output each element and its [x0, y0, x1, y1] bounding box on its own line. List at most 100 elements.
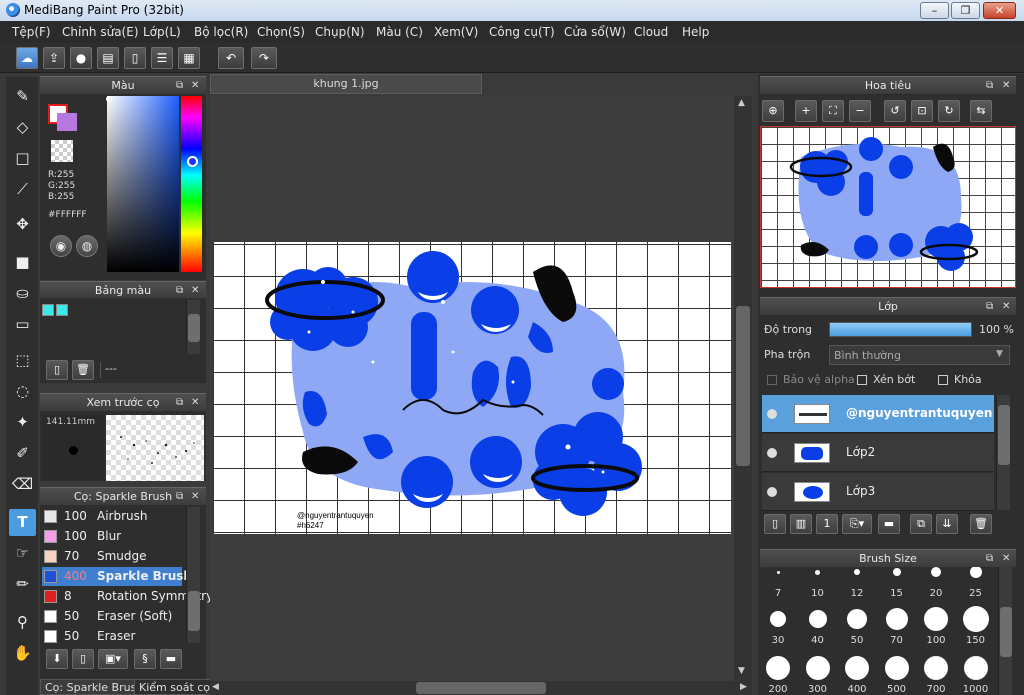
comment-icon[interactable]: ▤ — [97, 47, 119, 69]
menu-help[interactable]: Help — [682, 25, 709, 39]
menu-color[interactable]: Màu (C) — [376, 25, 423, 39]
palette-name[interactable]: --- — [100, 362, 200, 378]
select-eraser-tool-icon[interactable]: ⌫ — [9, 471, 36, 498]
popout-icon[interactable]: ⧉ — [986, 298, 993, 315]
popout-icon[interactable]: ⧉ — [986, 550, 993, 567]
brush-size-preset-40[interactable] — [808, 610, 827, 628]
flip-icon[interactable]: ⇆ — [970, 100, 992, 122]
brush-size-preset-200[interactable] — [766, 656, 790, 680]
protect-alpha-checkbox[interactable] — [767, 375, 777, 385]
fill-rect-tool-icon[interactable]: ■ — [9, 249, 36, 276]
fit-icon[interactable]: ⛶ — [822, 100, 844, 122]
tab-brush-list[interactable]: Cọ: Sparkle Brush — [40, 679, 149, 695]
menu-view[interactable]: Xem(V) — [434, 25, 478, 39]
export-icon[interactable]: ⇪ — [43, 47, 65, 69]
close-icon[interactable]: ✕ — [191, 282, 199, 299]
layer-menu-icon[interactable]: ⎘▾ — [842, 514, 872, 534]
brush-item-eraser-soft[interactable]: 50 Eraser (Soft) — [42, 607, 182, 626]
layer-row[interactable]: @nguyentrantuquyen — [762, 395, 994, 433]
page-icon[interactable]: ▯ — [124, 47, 146, 69]
scroll-thumb[interactable] — [416, 682, 546, 694]
popout-icon[interactable]: ⧉ — [986, 77, 993, 94]
delete-layer-icon[interactable]: 🗑 — [970, 514, 992, 534]
layer-row[interactable]: Lớp2 — [762, 434, 994, 472]
eye-icon[interactable] — [767, 448, 777, 458]
eraser-tool-icon[interactable]: ◇ — [9, 114, 36, 141]
clipping-checkbox[interactable] — [857, 375, 867, 385]
hand-tool-icon[interactable]: ✋ — [9, 640, 36, 667]
undo-icon[interactable]: ↶ — [218, 47, 244, 69]
navigator-thumbnail[interactable] — [760, 126, 1016, 288]
brush-item-eraser[interactable]: 50 Eraser — [42, 627, 182, 646]
zoom-out-icon[interactable]: − — [849, 100, 871, 122]
popout-icon[interactable]: ⧉ — [176, 77, 183, 94]
page-manager-icon[interactable]: ☰ — [151, 47, 173, 69]
brush-size-preset-7[interactable] — [776, 570, 780, 574]
close-icon[interactable]: ✕ — [191, 394, 199, 411]
popout-icon[interactable]: ⧉ — [176, 394, 183, 411]
menu-select[interactable]: Chọn(S) — [257, 25, 305, 39]
layer-folder-icon[interactable]: ▬ — [878, 514, 900, 534]
brush-size-preset-25[interactable] — [969, 567, 982, 578]
brush-size-preset-100[interactable] — [924, 607, 948, 631]
new-halftone-layer-icon[interactable]: ▥ — [790, 514, 812, 534]
scroll-right-icon[interactable]: ▶ — [740, 682, 747, 692]
color-add-icon[interactable]: ◍ — [76, 235, 98, 257]
brush-item-smudge[interactable]: 70 Smudge — [42, 547, 182, 566]
gradient-tool-icon[interactable]: ▭ — [9, 311, 36, 338]
dot-tool-icon[interactable]: ⟋ — [9, 176, 36, 203]
brush-size-preset-20[interactable] — [931, 567, 941, 577]
add-brush-icon[interactable]: ⬇ — [46, 649, 68, 669]
opacity-slider[interactable] — [829, 322, 972, 337]
brush-size-preset-30[interactable] — [770, 611, 786, 627]
new-1bit-layer-icon[interactable]: 1 — [816, 514, 838, 534]
speech-bubble-icon[interactable]: ● — [70, 47, 92, 69]
layer-row[interactable]: Lớp3 — [762, 473, 994, 511]
layers-scrollbar[interactable] — [996, 395, 1010, 510]
brush-list-scrollbar[interactable] — [186, 507, 200, 643]
blend-mode-select[interactable]: Bình thường ▼ — [829, 345, 1010, 365]
scroll-down-icon[interactable]: ▼ — [738, 666, 745, 676]
menu-window[interactable]: Cửa sổ(W) — [564, 25, 626, 39]
lasso-tool-icon[interactable]: ◌ — [9, 378, 36, 405]
brush-size-preset-400[interactable] — [845, 656, 869, 680]
brush-menu-icon[interactable]: ▣▾ — [98, 649, 128, 669]
transparent-color-swatch[interactable] — [51, 140, 73, 162]
brush-size-preset-500[interactable] — [884, 656, 909, 680]
brush-item-rotation-symmetry[interactable]: 8 Rotation Symmetry — [42, 587, 213, 606]
brush-size-preset-15[interactable] — [892, 568, 901, 576]
text-tool-icon[interactable]: T — [9, 509, 36, 536]
reset-view-icon[interactable]: ⊡ — [911, 100, 933, 122]
shape-tool-icon[interactable]: □ — [9, 145, 36, 172]
eyedropper-tool-icon[interactable]: ⚲ — [9, 609, 36, 636]
magic-wand-tool-icon[interactable]: ✦ — [9, 409, 36, 436]
scroll-thumb[interactable] — [1000, 607, 1012, 657]
scroll-thumb[interactable] — [736, 306, 750, 466]
select-pen-tool-icon[interactable]: ✐ — [9, 440, 36, 467]
eye-icon[interactable] — [767, 487, 777, 497]
scroll-thumb[interactable] — [188, 591, 200, 631]
rotate-right-icon[interactable]: ↻ — [938, 100, 960, 122]
menu-file[interactable]: Tệp(F) — [12, 25, 51, 39]
brush-size-preset-300[interactable] — [805, 656, 830, 680]
brush-size-preset-150[interactable] — [962, 606, 989, 632]
hue-slider[interactable] — [181, 96, 202, 272]
operation-tool-icon[interactable]: ☞ — [9, 540, 36, 567]
select-rect-tool-icon[interactable]: ⬚ — [9, 347, 36, 374]
menu-tools[interactable]: Công cụ(T) — [489, 25, 555, 39]
close-icon[interactable]: ✕ — [1002, 550, 1010, 567]
duplicate-layer-icon[interactable]: ⧉ — [910, 514, 932, 534]
tab-brush-control[interactable]: Kiểm soát cọ — [134, 679, 216, 695]
palette-scrollbar[interactable] — [186, 300, 200, 354]
canvas-artwork[interactable]: @nguyentrantuquyen #h6247 — [213, 242, 731, 534]
redo-icon[interactable]: ↷ — [251, 47, 277, 69]
rotate-left-icon[interactable]: ↺ — [884, 100, 906, 122]
background-color-swatch[interactable] — [57, 113, 77, 131]
hue-marker[interactable] — [187, 156, 198, 167]
bucket-tool-icon[interactable]: ⛀ — [9, 280, 36, 307]
scroll-up-icon[interactable]: ▲ — [738, 98, 745, 108]
new-palette-icon[interactable]: ▯ — [46, 360, 68, 380]
scroll-thumb[interactable] — [188, 314, 200, 342]
palette-swatch[interactable] — [42, 304, 54, 316]
popout-icon[interactable]: ⧉ — [176, 282, 183, 299]
